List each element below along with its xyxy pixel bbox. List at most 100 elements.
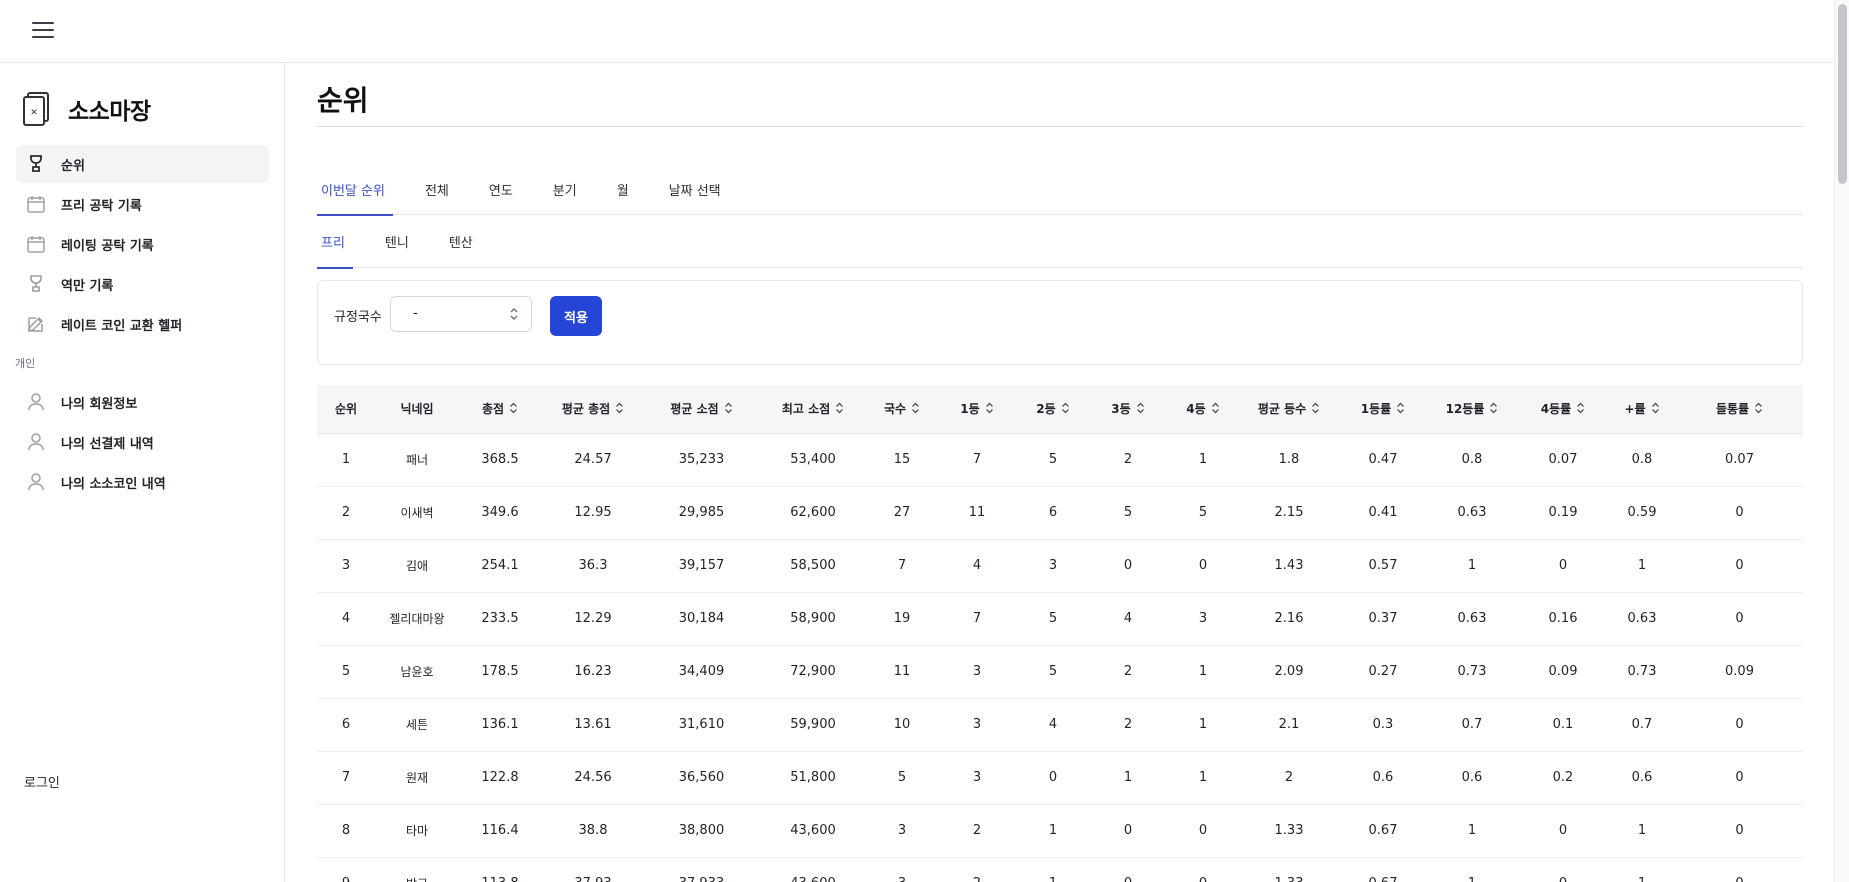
sort-icon[interactable]	[724, 402, 733, 414]
sort-icon[interactable]	[1211, 402, 1220, 414]
tab-year[interactable]: 연도	[485, 164, 517, 215]
nickname-cell: 세튼	[375, 698, 459, 752]
table-cell: 0	[1676, 804, 1803, 858]
table-cell: 0.6	[1340, 751, 1426, 805]
table-cell: 2	[1088, 645, 1168, 699]
table-cell: 43,600	[758, 857, 868, 882]
column-header[interactable]: +률	[1608, 385, 1676, 434]
nickname-cell: 이새벽	[375, 486, 459, 540]
table-cell: 38,800	[645, 804, 758, 858]
sort-icon[interactable]	[615, 402, 624, 414]
table-cell: 1.43	[1238, 539, 1340, 593]
sort-icon[interactable]	[1061, 402, 1070, 414]
brand[interactable]: ✕ 소소마장	[22, 89, 151, 129]
scrollbar[interactable]	[1834, 0, 1849, 882]
table-cell: 113.8	[459, 857, 541, 882]
table-cell: 16.23	[541, 645, 645, 699]
apply-button[interactable]: 적용	[550, 296, 602, 336]
sort-icon[interactable]	[1136, 402, 1145, 414]
game-count-select[interactable]: -	[390, 296, 532, 332]
table-cell: 0.73	[1426, 645, 1518, 699]
ranking-table-container: 순위 닉네임 총점 평균 총점 평균 소점 최고 소점 국수 1등 2등 3등 4등 평균 등수 1등률…	[317, 385, 1803, 882]
sidebar-item-my-coins[interactable]: 나의 소소코인 내역	[16, 463, 269, 501]
sort-icon[interactable]	[835, 402, 844, 414]
sidebar-item-label: 프리 공탁 기록	[61, 198, 142, 214]
sort-icon[interactable]	[509, 402, 518, 414]
column-header[interactable]: 2등	[1018, 385, 1088, 434]
table-cell: 4	[936, 539, 1018, 593]
sidebar-item-ranking[interactable]: 순위	[16, 145, 269, 183]
table-row: 4 젤리대마왕 233.5 12.29 30,184 58,900 19 7 5 4 3 2.16 0.…	[317, 592, 1803, 646]
sidebar-item-my-info[interactable]: 나의 회원정보	[16, 383, 269, 421]
sidebar-item-my-prepayments[interactable]: 나의 선결제 내역	[16, 423, 269, 461]
table-cell: 0.73	[1608, 645, 1676, 699]
column-header[interactable]: 12등률	[1426, 385, 1518, 434]
sort-icon[interactable]	[1489, 402, 1498, 414]
column-header[interactable]: 평균 총점	[541, 385, 645, 434]
tab-quarter[interactable]: 분기	[549, 164, 581, 215]
period-tabs: 이번달 순위 전체 연도 분기 월 날짜 선택	[317, 164, 1803, 216]
column-header[interactable]: 총점	[459, 385, 541, 434]
table-cell: 0.63	[1608, 592, 1676, 646]
tab-month[interactable]: 월	[613, 164, 633, 215]
column-header[interactable]: 평균 소점	[645, 385, 758, 434]
column-header[interactable]: 국수	[868, 385, 936, 434]
tab-all[interactable]: 전체	[421, 164, 453, 215]
table-cell: 0.07	[1518, 433, 1608, 487]
table-cell: 37,933	[645, 857, 758, 882]
nickname-cell: 젤리대마왕	[375, 592, 459, 646]
table-cell: 1	[1168, 698, 1238, 752]
sort-icon[interactable]	[985, 402, 994, 414]
table-cell: 0.7	[1608, 698, 1676, 752]
table-cell: 0.59	[1608, 486, 1676, 540]
ranking-table: 순위 닉네임 총점 평균 총점 평균 소점 최고 소점 국수 1등 2등 3등 4등 평균 등수 1등률…	[317, 385, 1803, 882]
table-cell: 31,610	[645, 698, 758, 752]
scrollbar-thumb[interactable]	[1838, 4, 1847, 184]
tab-date-select[interactable]: 날짜 선택	[665, 164, 725, 215]
table-cell: 0.8	[1426, 433, 1518, 487]
table-cell: 0.07	[1676, 433, 1803, 487]
sort-icon[interactable]	[1311, 402, 1320, 414]
nickname-cell: 패너	[375, 433, 459, 487]
column-header[interactable]: 3등	[1088, 385, 1168, 434]
table-cell: 58,500	[758, 539, 868, 593]
column-header-label: 국수	[883, 402, 907, 417]
sort-icon[interactable]	[1396, 402, 1405, 414]
user-icon	[25, 391, 47, 413]
sidebar-item-rating-records[interactable]: 레이팅 공탁 기록	[16, 225, 269, 263]
column-header[interactable]: 4등	[1168, 385, 1238, 434]
tab-tensan[interactable]: 텐산	[445, 215, 477, 268]
menu-icon[interactable]	[32, 22, 54, 40]
table-cell: 0.67	[1340, 857, 1426, 882]
table-cell: 59,900	[758, 698, 868, 752]
sidebar-item-free-records[interactable]: 프리 공탁 기록	[16, 185, 269, 223]
sidebar-item-coin-helper[interactable]: 레이트 코인 교환 헬퍼	[16, 305, 269, 343]
tab-free[interactable]: 프리	[317, 215, 353, 269]
column-header[interactable]: 1등률	[1340, 385, 1426, 434]
tab-this-month[interactable]: 이번달 순위	[317, 164, 393, 216]
calendar-icon	[25, 193, 47, 215]
column-header[interactable]: 평균 등수	[1238, 385, 1340, 434]
sort-icon[interactable]	[1576, 402, 1585, 414]
sidebar-item-yakuman-records[interactable]: 역만 기록	[16, 265, 269, 303]
login-link[interactable]: 로그인	[24, 772, 60, 791]
select-value: -	[413, 306, 418, 321]
column-header-label: 순위	[334, 402, 358, 417]
column-header[interactable]: 최고 소점	[758, 385, 868, 434]
sort-icon[interactable]	[1754, 402, 1763, 414]
table-cell: 2.1	[1238, 698, 1340, 752]
table-cell: 0.8	[1608, 433, 1676, 487]
sort-icon[interactable]	[911, 402, 920, 414]
table-cell: 0	[1518, 804, 1608, 858]
tab-tenni[interactable]: 텐니	[381, 215, 413, 268]
table-row: 2 이새벽 349.6 12.95 29,985 62,600 27 11 6 5 5 2.15 0.4…	[317, 486, 1803, 540]
sort-icon[interactable]	[1651, 402, 1660, 414]
table-cell: 0	[1088, 857, 1168, 882]
table-cell: 1	[1608, 804, 1676, 858]
column-header[interactable]: 1등	[936, 385, 1018, 434]
column-header[interactable]: 들통률	[1676, 385, 1803, 434]
table-cell: 368.5	[459, 433, 541, 487]
table-cell: 0.57	[1340, 539, 1426, 593]
column-header[interactable]: 4등률	[1518, 385, 1608, 434]
table-cell: 0	[1676, 751, 1803, 805]
